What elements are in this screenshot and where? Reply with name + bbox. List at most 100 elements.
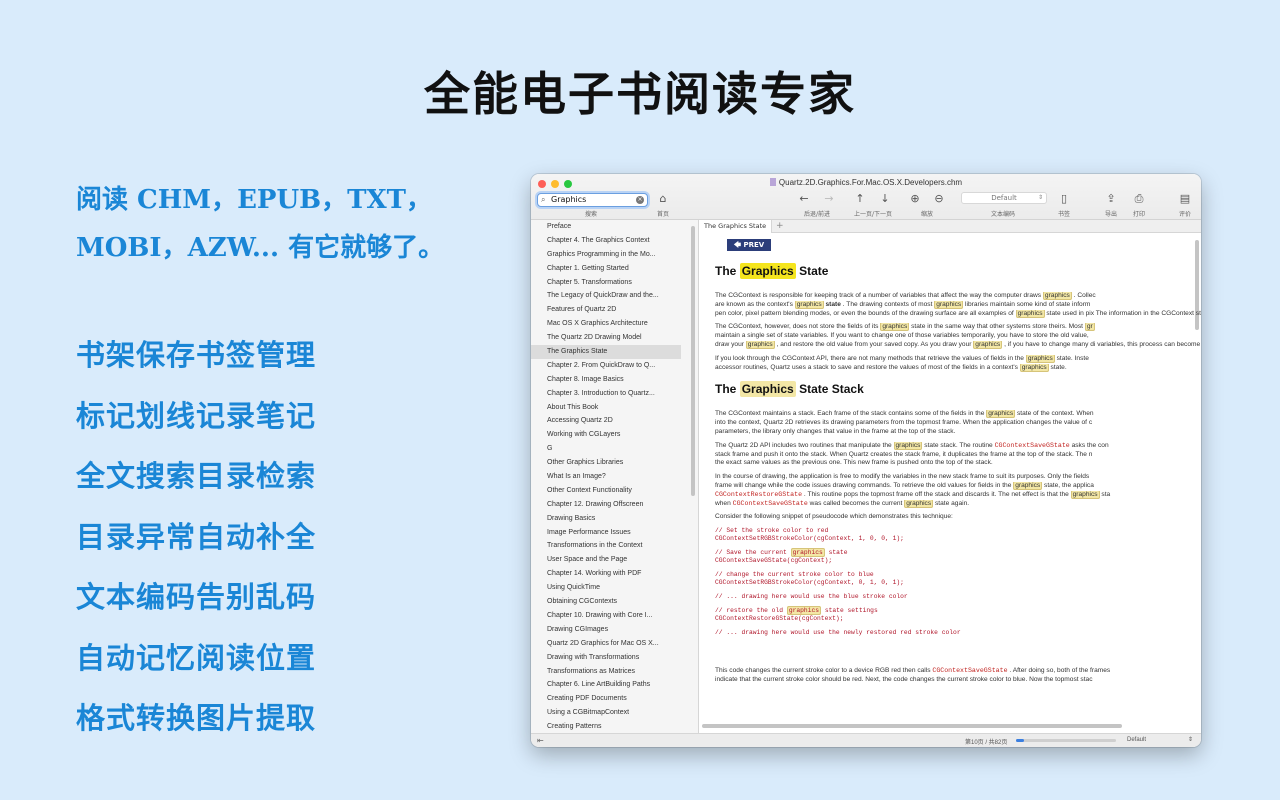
- review-icon[interactable]: ▤: [1179, 193, 1191, 205]
- toc-item[interactable]: Using a CGBitmapContext: [531, 706, 681, 720]
- toc-item[interactable]: What Is an Image?: [531, 470, 681, 484]
- toc-item[interactable]: Chapter 1. Getting Started: [531, 262, 681, 276]
- paragraph: If you look through the CGContext API, t…: [715, 354, 1201, 373]
- toc-item[interactable]: Chapter 4. The Graphics Context: [531, 234, 681, 248]
- window-title: Quartz.2D.Graphics.For.Mac.OS.X.Develope…: [531, 178, 1201, 187]
- toc-item[interactable]: Transformations in the Context: [531, 539, 681, 553]
- intro-line-1: 阅读 CHM，EPUB，TXT，: [76, 185, 432, 215]
- toc-item[interactable]: Using QuickTime: [531, 581, 681, 595]
- toc-item[interactable]: The Quartz 2D Drawing Model: [531, 331, 681, 345]
- prev-link-button[interactable]: 🡄 PREV: [727, 239, 771, 251]
- toc-item[interactable]: Graphics Programming in the Mo...: [531, 248, 681, 262]
- search-highlight: graphics: [880, 323, 910, 332]
- tab-graphics-state[interactable]: The Graphics State: [700, 220, 772, 233]
- toc-item[interactable]: About This Book: [531, 401, 681, 415]
- toc-item[interactable]: Drawing CGImages: [531, 623, 681, 637]
- toc-item[interactable]: Features of Quartz 2D: [531, 303, 681, 317]
- toc-item[interactable]: Chapter 12. Drawing Offscreen: [531, 498, 681, 512]
- toc-item[interactable]: Drawing Basics: [531, 512, 681, 526]
- paragraph: This code changes the current stroke col…: [715, 667, 1201, 685]
- paragraph: The CGContext is responsible for keeping…: [715, 292, 1201, 318]
- clear-search-icon[interactable]: ×: [636, 196, 644, 204]
- zoom-in-icon[interactable]: ⊕: [909, 193, 921, 205]
- code-text: // Save the current: [715, 549, 787, 557]
- status-default-select[interactable]: Default ⇕: [1121, 735, 1197, 746]
- sidebar-toggle-icon[interactable]: ⇤: [537, 736, 544, 745]
- text-run: frame will change while the code issues …: [715, 481, 1012, 489]
- toc-item[interactable]: G: [531, 442, 681, 456]
- sidebar-scrollbar[interactable]: [691, 226, 695, 496]
- toc-item[interactable]: Chapter 14. Working with PDF: [531, 567, 681, 581]
- document-body: The Graphics State The CGContext is resp…: [715, 260, 1201, 690]
- toc-item[interactable]: User Space and the Page: [531, 553, 681, 567]
- paragraph: The CGContext, however, does not store t…: [715, 323, 1201, 349]
- toc-item[interactable]: Working with CGLayers: [531, 428, 681, 442]
- search-highlight: graphics: [904, 499, 934, 508]
- text-run: are known as the context's: [715, 300, 793, 308]
- code-line: // ... drawing here would use the blue s…: [715, 593, 908, 601]
- text-run: . After doing so, both of the frames: [1009, 667, 1111, 675]
- toc-item[interactable]: Chapter 8. Image Basics: [531, 373, 681, 387]
- toc-item[interactable]: Other Context Functionality: [531, 484, 681, 498]
- zoom-out-icon[interactable]: ⊖: [933, 193, 945, 205]
- paragraph: The CGContext maintains a stack. Each fr…: [715, 410, 1201, 436]
- intro-text: 阅读 CHM，EPUB，TXT， MOBI，AZW... 有它就够了。: [76, 176, 496, 272]
- bookmark-icon[interactable]: ▯: [1058, 193, 1070, 205]
- review-label: 评价: [1178, 211, 1191, 218]
- toc-item[interactable]: Image Performance Issues: [531, 526, 681, 540]
- toc-item[interactable]: Creating PDF Documents: [531, 692, 681, 706]
- encoding-select[interactable]: Default ⇕: [961, 192, 1047, 204]
- text-run: state used in pix: [1046, 309, 1095, 317]
- export-icon[interactable]: ⇪: [1105, 193, 1117, 205]
- page-indicator: 第10页 / 共82页: [965, 740, 1008, 746]
- text-run: If you look through the CGContext API, t…: [715, 354, 1024, 362]
- print-icon[interactable]: ⎙: [1133, 193, 1145, 205]
- export-label: 导出: [1104, 211, 1117, 218]
- document-view: 🡄 PREV The Graphics State The CGContext …: [700, 234, 1201, 733]
- feature-item: 全文搜索目录检索: [76, 459, 317, 493]
- code-line: CGContextSetRGBStrokeColor(cgContext, 1,…: [715, 535, 904, 543]
- text-run: parameters, the library only changes tha…: [715, 427, 956, 435]
- toc-item[interactable]: Preface: [531, 220, 681, 234]
- toc-item[interactable]: Obtaining CGContexts: [531, 595, 681, 609]
- toc-item[interactable]: Accessing Quartz 2D: [531, 414, 681, 428]
- text-run: state. Inste: [1056, 354, 1089, 362]
- text-run: indicate that the current stroke color s…: [715, 675, 1093, 683]
- toc-item[interactable]: Quartz 2D Graphics for Mac OS X...: [531, 637, 681, 651]
- toc-item[interactable]: Mac OS X Graphics Architecture: [531, 317, 681, 331]
- text-run: when: [715, 499, 731, 507]
- toc-item[interactable]: Chapter 10. Drawing with Core I...: [531, 609, 681, 623]
- prev-page-icon[interactable]: ↑: [854, 193, 866, 205]
- code-text: // restore the old: [715, 607, 784, 615]
- toc-item[interactable]: Chapter 5. Transformations: [531, 276, 681, 290]
- horizontal-scrollbar[interactable]: [702, 724, 1122, 728]
- toc-item[interactable]: Drawing with Transformations: [531, 651, 681, 665]
- toc-item[interactable]: The Legacy of QuickDraw and the...: [531, 289, 681, 303]
- paragraph: The Quartz 2D API includes two routines …: [715, 441, 1201, 468]
- toc-item[interactable]: Chapter 2. From QuickDraw to Q...: [531, 359, 681, 373]
- toc-item[interactable]: The Graphics State: [531, 345, 681, 359]
- next-page-icon[interactable]: ↓: [879, 193, 891, 205]
- text-run: state, the applica: [1044, 481, 1094, 489]
- search-highlight: graphics: [794, 300, 824, 309]
- zoom-slider[interactable]: [1016, 739, 1116, 742]
- text-run: draw your: [715, 340, 744, 348]
- search-highlight: graphics: [1019, 363, 1049, 372]
- back-icon[interactable]: ←: [798, 193, 810, 205]
- home-icon[interactable]: ⌂: [656, 193, 670, 205]
- code-line: CGContextSaveGState(cgContext);: [715, 557, 833, 565]
- toc-item[interactable]: Chapter 3. Introduction to Quartz...: [531, 387, 681, 401]
- search-highlight: graphics: [745, 340, 775, 349]
- text-run: In the course of drawing, the applicatio…: [715, 473, 1090, 481]
- toc-item[interactable]: Chapter 6. Line ArtBuilding Paths: [531, 678, 681, 692]
- feature-list: 书架保存书签管理 标记划线记录笔记 全文搜索目录检索 目录异常自动补全 文本编码…: [76, 335, 316, 759]
- section-heading: The Graphics State: [715, 263, 829, 279]
- search-input[interactable]: ⌕ Graphics ×: [537, 193, 648, 207]
- forward-icon[interactable]: →: [823, 193, 835, 205]
- add-tab-icon[interactable]: +: [776, 220, 784, 233]
- toc-item[interactable]: Transformations as Matrices: [531, 665, 681, 679]
- search-highlight: gr: [1084, 323, 1095, 332]
- toc-item[interactable]: Other Graphics Libraries: [531, 456, 681, 470]
- toc-item[interactable]: Creating Patterns: [531, 720, 681, 733]
- feature-item: 标记划线记录笔记: [76, 398, 317, 433]
